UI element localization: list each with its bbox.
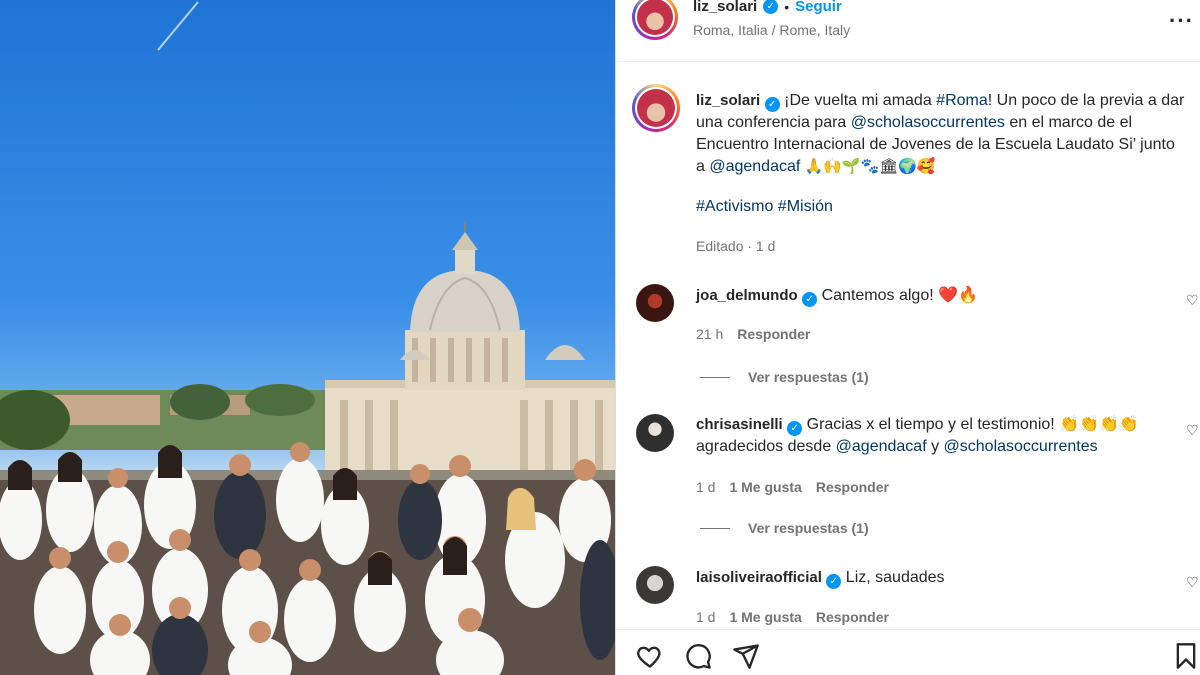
comment-meta: 21 h Responder [696,326,810,342]
photo-scene [0,1,615,675]
post-header: liz_solari ✓ • Seguir Roma, Italia / Rom… [616,0,1200,62]
mention-agendacaf[interactable]: @agendacaf [836,438,927,455]
commenter-username[interactable]: laisoliveiraofficial [696,569,822,586]
comment-like-icon[interactable]: ♡ [1186,292,1199,309]
caption-line2-rest: en el marco de el [1004,114,1133,131]
follow-button[interactable]: Seguir [795,0,842,15]
caption-emojis: 🙏🙌🌱🐾🏛🌍🥰 [800,158,936,175]
more-options-icon[interactable]: ··· [1169,8,1194,34]
mention-agendacaf[interactable]: @agendacaf [709,158,800,175]
commenter-avatar[interactable] [636,566,674,604]
commenter-avatar[interactable] [636,284,674,322]
hashtag-roma[interactable]: #Roma [936,92,988,109]
caption-text: liz_solari ✓ ¡De vuelta mi amada #Roma! … [696,90,1200,178]
comment-like-icon[interactable]: ♡ [1186,574,1199,591]
comment-body-and: y [926,438,944,455]
view-replies-label: Ver respuestas (1) [748,369,869,385]
verified-icon: ✓ [764,97,780,112]
share-icon[interactable] [732,642,760,670]
view-replies-button[interactable]: Ver respuestas (1) [700,369,869,385]
comment-body: Liz, saudades [845,569,945,586]
edited-timestamp: Editado · 1 d [696,238,776,254]
caption-line2: una conferencia para [696,114,851,131]
commenter-avatar[interactable] [636,414,674,452]
caption-line3: Encuentro Internacional de Jovenes de la… [696,136,1175,153]
mention-scholasoccurrentes[interactable]: @scholasoccurrentes [851,114,1005,131]
caption-username[interactable]: liz_solari [696,92,760,109]
author-username[interactable]: liz_solari [693,0,757,15]
comment-likes[interactable]: 1 Me gusta [729,609,801,625]
comment-text: chrisasinelli ✓ Gracias x el tiempo y el… [696,414,1139,458]
bookmark-icon[interactable] [1172,642,1200,670]
comment-likes[interactable]: 1 Me gusta [729,479,801,495]
comment-meta: 1 d 1 Me gusta Responder [696,479,889,495]
post-photo[interactable] [0,0,615,675]
verified-icon: ✓ [826,574,842,589]
view-replies-label: Ver respuestas (1) [748,520,869,536]
mention-scholasoccurrentes[interactable]: @scholasoccurrentes [944,438,1098,455]
comment-body: Cantemos algo! ❤️🔥 [821,287,978,304]
reply-button[interactable]: Responder [737,326,810,342]
comment-body-line2: agradecidos desde [696,438,836,455]
replies-divider [700,527,730,529]
caption-line4: a [696,158,710,175]
comment-text: laisoliveiraofficial ✓ Liz, saudades [696,567,945,589]
view-replies-button[interactable]: Ver respuestas (1) [700,520,869,536]
verified-icon: ✓ [763,0,779,14]
comment-time: 1 d [696,609,716,625]
caption-hashtags[interactable]: #Activismo #Misión [696,198,833,216]
caption-line1-rest: ! Un poco de la previa a dar [987,92,1185,109]
reply-button[interactable]: Responder [816,479,889,495]
post-details-panel: liz_solari ✓ • Seguir Roma, Italia / Rom… [616,0,1200,675]
heart-icon[interactable] [636,642,664,670]
verified-icon: ✓ [802,292,818,307]
comment-like-icon[interactable]: ♡ [1186,422,1199,439]
comment-time: 1 d [696,479,716,495]
comment-time: 21 h [696,326,724,342]
comment-text: joa_delmundo ✓ Cantemos algo! ❤️🔥 [696,285,978,307]
author-avatar[interactable] [632,0,678,40]
replies-divider [700,376,730,378]
separator-dot: • [784,0,790,15]
caption-avatar[interactable] [632,84,680,132]
commenter-username[interactable]: joa_delmundo [696,287,798,304]
comment-icon[interactable] [684,642,712,670]
comment-meta: 1 d 1 Me gusta Responder [696,609,889,625]
verified-icon: ✓ [787,421,803,436]
commenter-username[interactable]: chrisasinelli [696,416,783,433]
post-action-bar [616,629,1200,675]
caption-line1: ¡De vuelta mi amada [784,92,937,109]
post-location[interactable]: Roma, Italia / Rome, Italy [693,22,850,38]
reply-button[interactable]: Responder [816,609,889,625]
comment-body: Gracias x el tiempo y el testimonio! 👏👏👏… [806,416,1139,433]
